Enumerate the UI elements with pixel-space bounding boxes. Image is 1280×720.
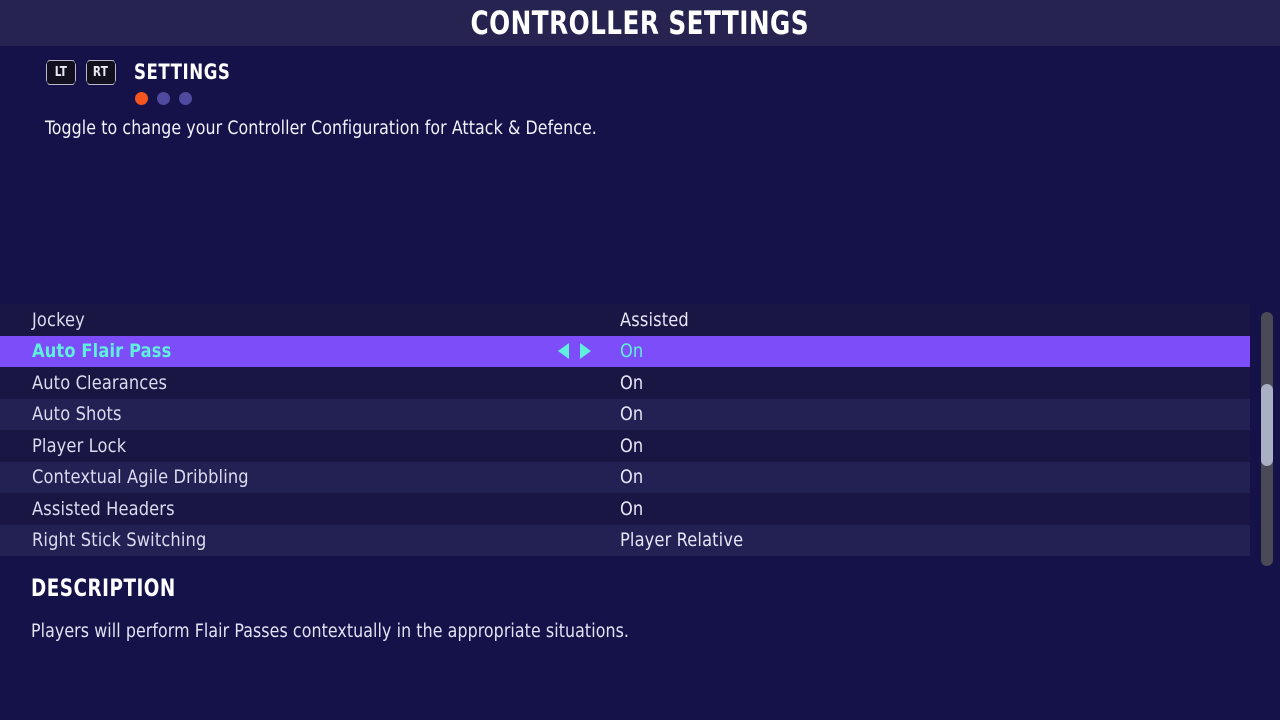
settings-row[interactable]: Auto Flair Pass On [0,335,1250,367]
settings-row[interactable]: Assisted Headers On [0,493,1250,525]
controller-settings-screen: CONTROLLER SETTINGS LT RT SETTINGS Toggl… [0,0,1280,720]
settings-row-label: Assisted Headers [32,497,175,520]
settings-row[interactable]: Contextual Agile Dribbling On [0,461,1250,493]
settings-list: Jockey Assisted Auto Flair Pass On Auto Clea… [0,304,1250,556]
settings-row-value[interactable]: On [620,466,643,488]
settings-row[interactable]: Jockey Assisted [0,304,1250,336]
rt-bumper-label: RT [93,65,109,80]
header-bar: CONTROLLER SETTINGS [0,0,1280,46]
settings-row-label: Auto Clearances [32,371,168,394]
page-dot-2[interactable] [157,92,170,105]
arrow-right-icon[interactable] [580,343,591,360]
subtitle-text: Toggle to change your Controller Configu… [45,118,597,139]
page-indicator-dots [135,92,244,105]
settings-row[interactable]: Auto Clearances On [0,367,1250,399]
settings-row-value[interactable]: On [620,372,643,394]
active-tab-label: SETTINGS [134,60,231,84]
page-dot-3[interactable] [179,92,192,105]
settings-row-value[interactable]: Assisted [620,309,689,331]
settings-row-label: Auto Shots [32,403,122,426]
active-tab: SETTINGS [134,60,244,105]
settings-row-value[interactable]: Player Relative [620,529,743,551]
settings-row[interactable]: Player Lock On [0,430,1250,462]
settings-row-label: Player Lock [32,434,127,457]
settings-row-label: Auto Flair Pass [32,340,172,363]
settings-row[interactable]: Right Stick Switching Player Relative [0,524,1250,556]
description-body: Players will perform Flair Passes contex… [31,621,630,642]
settings-row[interactable]: Auto Shots On [0,398,1250,430]
page-title: CONTROLLER SETTINGS [470,4,810,42]
scrollbar-track[interactable] [1261,312,1273,566]
arrow-left-icon[interactable] [558,343,569,360]
tab-navigation: LT RT SETTINGS [46,60,244,105]
value-stepper [558,343,591,360]
description-heading: DESCRIPTION [31,574,176,602]
page-dot-1[interactable] [135,92,148,105]
settings-row-value[interactable]: On [620,340,643,362]
lt-bumper-label: LT [54,65,68,80]
settings-row-label: Jockey [32,308,85,331]
settings-row-label: Right Stick Switching [32,529,207,552]
rt-bumper-icon[interactable]: RT [86,60,116,85]
settings-row-value[interactable]: On [620,498,643,520]
settings-row-label: Contextual Agile Dribbling [32,466,249,489]
settings-row-value[interactable]: On [620,403,643,425]
lt-bumper-icon[interactable]: LT [46,60,76,85]
scrollbar-thumb[interactable] [1261,384,1273,466]
settings-row-value[interactable]: On [620,435,643,457]
